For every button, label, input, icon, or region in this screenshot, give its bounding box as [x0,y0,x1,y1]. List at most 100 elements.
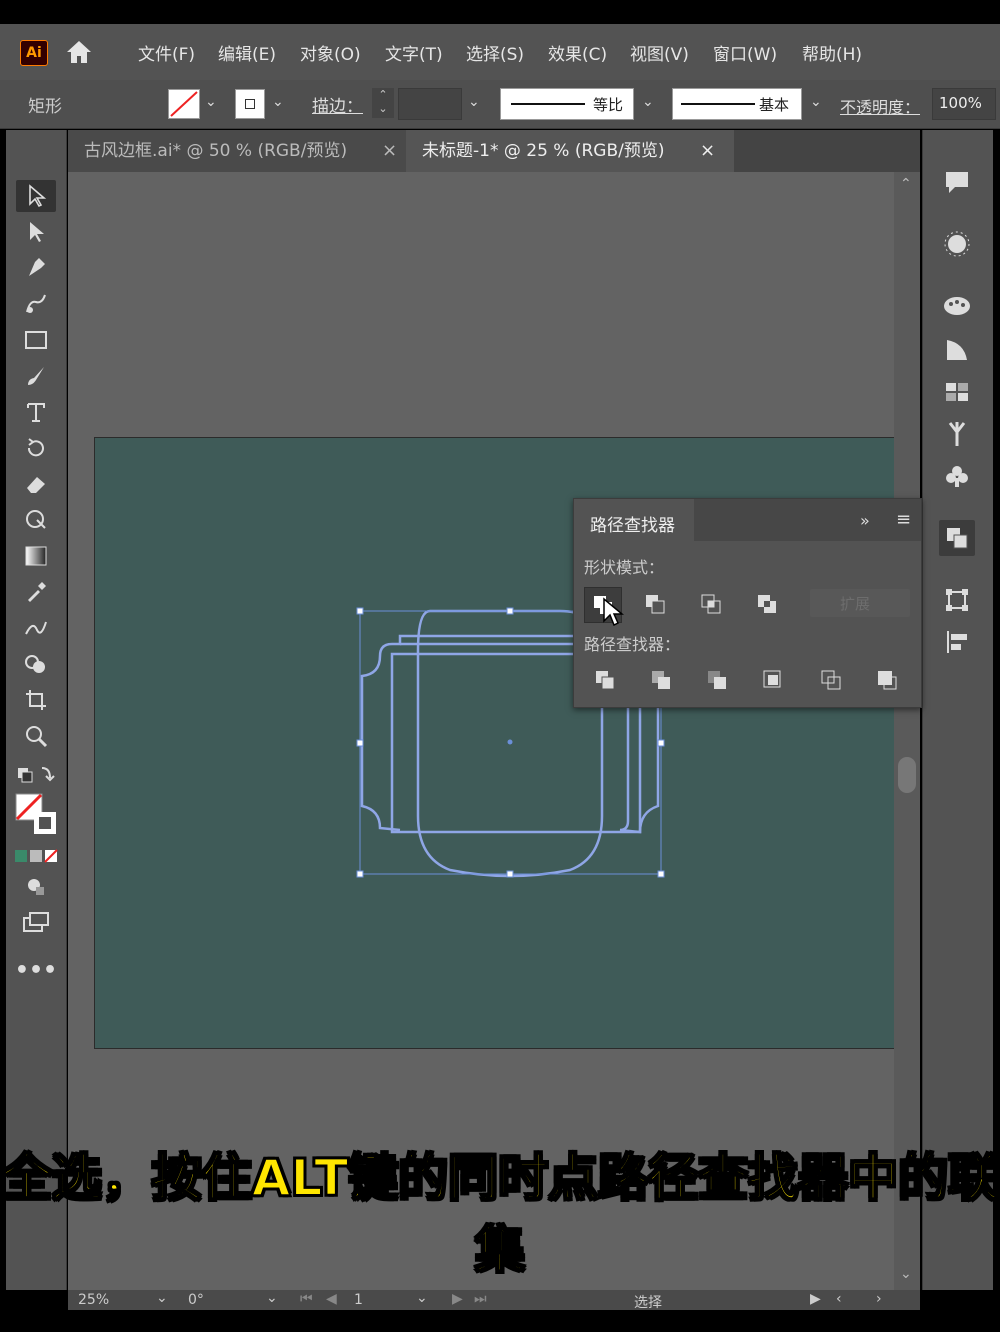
intersect-button[interactable] [696,589,726,619]
status-left-icon[interactable]: ‹ [836,1291,842,1307]
brush-definition[interactable]: 基本 [672,88,802,120]
tab-close-icon[interactable]: × [382,130,397,172]
first-artboard-icon[interactable]: ⏮ [300,1291,313,1307]
appearance-icon[interactable] [939,226,975,262]
control-bar: 矩形 ⌄ ⌄ 描边： ⌃ ⌄ ⌄ 等比 ⌄ 基本 ⌄ 不透明度： 100% [0,80,1000,129]
fill-swatch[interactable] [168,89,200,119]
stroke-weight-stepper[interactable]: ⌃ ⌄ [372,88,394,118]
more-tools-icon[interactable]: ••• [15,954,57,986]
variable-width-profile[interactable]: 等比 [500,88,634,120]
blend-tool-icon[interactable] [16,612,56,644]
home-icon[interactable] [64,38,94,66]
paintbrush-tool-icon[interactable] [16,360,56,392]
tab-close-icon[interactable]: × [700,130,715,172]
exclude-button[interactable] [752,589,782,619]
zoom-tool-icon[interactable] [16,720,56,752]
pathfinder-dock-icon[interactable] [939,520,975,556]
outline-button[interactable] [816,665,846,695]
menu-select[interactable]: 选择(S) [466,40,524,65]
fill-dropdown-chevron-icon[interactable]: ⌄ [205,94,217,110]
rotate-tool-icon[interactable] [16,432,56,464]
align-icon[interactable] [939,624,975,660]
stroke-swatch[interactable] [235,89,265,119]
profile-chevron-icon[interactable]: ⌄ [642,94,654,110]
menu-type[interactable]: 文字(T) [385,40,443,65]
crop-button[interactable] [758,665,788,695]
tab-untitled-1[interactable]: 未标题-1* @ 25 % (RGB/预览) × [406,130,734,172]
color-guide-icon[interactable] [939,332,975,368]
stroke-dropdown-chevron-icon[interactable]: ⌄ [272,94,284,110]
expand-button[interactable]: 扩展 [810,589,910,617]
menu-edit[interactable]: 编辑(E) [218,40,276,65]
gradient-tool-icon[interactable] [16,540,56,572]
transform-icon[interactable] [939,582,975,618]
zoom-level[interactable]: 25% [78,1292,109,1308]
pathfinders-label: 路径查找器： [584,635,681,654]
merge-button[interactable] [702,665,732,695]
zoom-chevron-icon[interactable]: ⌄ [156,1290,168,1306]
screen-mode-icon[interactable] [16,906,56,938]
ai-logo[interactable]: Ai [20,40,48,66]
type-tool-icon[interactable] [16,396,56,428]
status-play-icon[interactable]: ▶ [810,1291,821,1307]
rotation-value[interactable]: 0° [188,1292,204,1308]
pen-tool-icon[interactable] [16,252,56,284]
vertical-scrollbar[interactable]: ⌃ ⌄ [894,172,920,1290]
swap-fill-stroke-icon[interactable] [16,758,56,790]
menu-view[interactable]: 视图(V) [630,40,689,65]
artboard-tool-icon[interactable] [16,684,56,716]
scroll-thumb[interactable] [898,757,916,793]
minus-front-button[interactable] [640,589,670,619]
opacity-label[interactable]: 不透明度： [840,94,920,118]
rectangle-tool-icon[interactable] [16,324,56,356]
swatches-icon[interactable] [939,374,975,410]
prev-artboard-icon[interactable]: ◀ [326,1291,337,1307]
menu-effect[interactable]: 效果(C) [548,40,607,65]
tab-label: 未标题-1* @ 25 % (RGB/预览) [422,141,665,161]
curvature-tool-icon[interactable] [16,288,56,320]
trim-button[interactable] [646,665,676,695]
minus-back-button[interactable] [872,665,902,695]
artboard-chevron-icon[interactable]: ⌄ [416,1290,428,1306]
status-right-icon[interactable]: › [876,1291,882,1307]
stroke-weight-input[interactable] [398,88,462,120]
expand-label: 扩展 [840,595,871,613]
shape-modes-label: 形状模式： [584,558,665,577]
menu-bar: Ai 文件(F) 编辑(E) 对象(O) 文字(T) 选择(S) 效果(C) 视… [0,24,1000,80]
rotation-chevron-icon[interactable]: ⌄ [266,1290,278,1306]
menu-object[interactable]: 对象(O) [300,40,361,65]
brush-chevron-icon[interactable]: ⌄ [810,94,822,110]
tab-gufeng-biankuang[interactable]: 古风边框.ai* @ 50 % (RGB/预览) × [68,130,406,172]
direct-selection-tool-icon[interactable] [16,216,56,248]
panel-menu-icon[interactable]: ≡ [896,509,911,530]
drawing-modes-icon[interactable] [16,870,56,902]
color-palette-icon[interactable] [939,288,975,324]
scroll-up-icon[interactable]: ⌃ [900,176,912,192]
next-artboard-icon[interactable]: ▶ [452,1291,463,1307]
symbols-icon[interactable] [939,458,975,494]
menu-help[interactable]: 帮助(H) [802,40,862,65]
opacity-input[interactable]: 100% [932,88,996,120]
fill-stroke-swatches[interactable] [14,792,60,838]
panel-tab-pathfinder[interactable]: 路径查找器 [574,499,694,541]
stroke-weight-chevron-icon[interactable]: ⌄ [468,94,480,110]
eyedropper-tool-icon[interactable] [16,576,56,608]
comments-icon[interactable] [939,164,975,200]
eraser-tool-icon[interactable] [16,468,56,500]
pathfinder-panel: 路径查找器 » ≡ 形状模式： 扩展 路径查找器： [573,498,922,708]
artboard-number[interactable]: 1 [354,1292,363,1308]
status-bar: 25% ⌄ 0° ⌄ ⏮ ◀ 1 ⌄ ▶ ⏭ 选择 ▶ ‹ › [68,1290,920,1311]
free-transform-tool-icon[interactable] [16,504,56,536]
document-tabs: 古风边框.ai* @ 50 % (RGB/预览) × 未标题-1* @ 25 %… [68,130,920,172]
menu-file[interactable]: 文件(F) [138,40,195,65]
shape-builder-tool-icon[interactable] [16,648,56,680]
stroke-label[interactable]: 描边： [312,92,363,117]
last-artboard-icon[interactable]: ⏭ [474,1291,487,1307]
color-mode-buttons[interactable] [14,848,60,863]
divide-button[interactable] [590,665,620,695]
brushes-icon[interactable] [939,416,975,452]
panel-tab-strip [694,499,921,541]
menu-window[interactable]: 窗口(W) [713,40,777,65]
selection-tool-icon[interactable] [16,180,56,212]
panel-collapse-icon[interactable]: » [860,511,870,530]
